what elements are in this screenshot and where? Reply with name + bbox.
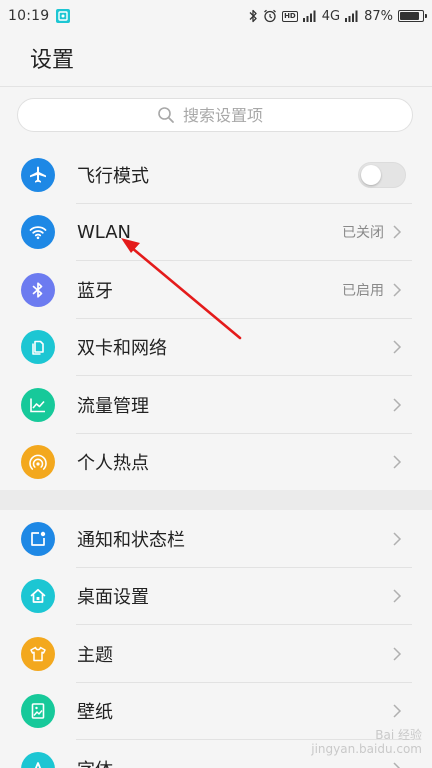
screenshot-icon <box>55 8 71 24</box>
data-usage-label: 流量管理 <box>77 395 149 417</box>
wlan-label: WLAN <box>77 221 132 243</box>
chevron-right-icon <box>392 588 408 604</box>
header-divider <box>0 86 432 87</box>
airplane-icon <box>21 157 55 192</box>
group-separator <box>0 490 432 510</box>
font-icon <box>21 751 55 768</box>
page-title: 设置 <box>30 48 75 73</box>
dual-sim-label: 双卡和网络 <box>77 338 167 360</box>
page-header: 设置 <box>0 32 432 84</box>
setting-theme[interactable]: 主题 <box>0 625 432 683</box>
wifi-icon <box>21 215 55 250</box>
shirt-icon <box>21 636 55 671</box>
setting-data-usage[interactable]: 流量管理 <box>0 376 432 434</box>
battery-icon <box>398 10 427 22</box>
setting-airplane-mode[interactable]: 飞行模式 <box>0 146 432 204</box>
wallpaper-icon <box>21 694 55 729</box>
battery-percent: 87% <box>364 8 393 24</box>
search-bar[interactable] <box>17 98 413 132</box>
hotspot-icon <box>21 445 55 480</box>
hotspot-label: 个人热点 <box>77 453 149 475</box>
setting-hotspot[interactable]: 个人热点 <box>0 434 432 492</box>
chart-line-icon <box>21 387 55 422</box>
setting-desktop[interactable]: 桌面设置 <box>0 568 432 626</box>
network-type: 4G <box>321 8 341 24</box>
desktop-label: 桌面设置 <box>77 587 149 609</box>
notification-label: 通知和状态栏 <box>77 529 185 551</box>
setting-wlan[interactable]: WLAN 已关闭 <box>0 204 432 262</box>
sim-card-icon <box>21 330 55 365</box>
chevron-right-icon <box>392 397 408 413</box>
chevron-right-icon <box>392 703 408 719</box>
chevron-right-icon <box>392 646 408 662</box>
setting-notification[interactable]: 通知和状态栏 <box>0 510 432 568</box>
search-icon <box>157 106 175 124</box>
watermark-url: jingyan.baidu.com <box>311 742 422 756</box>
watermark-logo: Bai 经验 <box>375 728 422 742</box>
setting-bluetooth[interactable]: 蓝牙 已启用 <box>0 261 432 319</box>
bluetooth-icon <box>21 272 55 307</box>
bluetooth-status: 已启用 <box>342 282 384 299</box>
hd-badge: HD <box>282 10 298 22</box>
signal-icon <box>302 10 317 22</box>
theme-label: 主题 <box>77 644 113 666</box>
bluetooth-label: 蓝牙 <box>77 280 113 302</box>
setting-dual-sim[interactable]: 双卡和网络 <box>0 319 432 377</box>
airplane-mode-toggle[interactable] <box>358 161 406 188</box>
status-bar: 10:19 HD 4G 87% <box>0 0 432 32</box>
notification-icon <box>21 521 55 556</box>
alarm-icon <box>263 9 277 23</box>
chevron-right-icon <box>392 282 408 298</box>
settings-group-connectivity: 飞行模式 WLAN 已关闭 蓝牙 已启用 双卡和网络 流量管理 个人热点 <box>0 146 432 491</box>
chevron-right-icon <box>392 454 408 470</box>
font-label: 字体 <box>77 756 392 768</box>
toggle-knob <box>361 164 381 185</box>
chevron-right-icon <box>392 224 408 240</box>
wallpaper-label: 壁纸 <box>77 702 113 724</box>
chevron-right-icon <box>392 339 408 355</box>
home-icon <box>21 579 55 614</box>
search-input[interactable] <box>183 105 273 125</box>
status-time: 10:19 <box>8 8 50 24</box>
chevron-right-icon <box>392 531 408 547</box>
wlan-status: 已关闭 <box>342 225 384 242</box>
airplane-mode-label: 飞行模式 <box>77 165 149 187</box>
chevron-right-icon <box>392 761 408 768</box>
bluetooth-status-icon <box>248 9 258 23</box>
signal-icon-2 <box>345 10 359 22</box>
watermark: Bai 经验 jingyan.baidu.com <box>311 728 422 756</box>
